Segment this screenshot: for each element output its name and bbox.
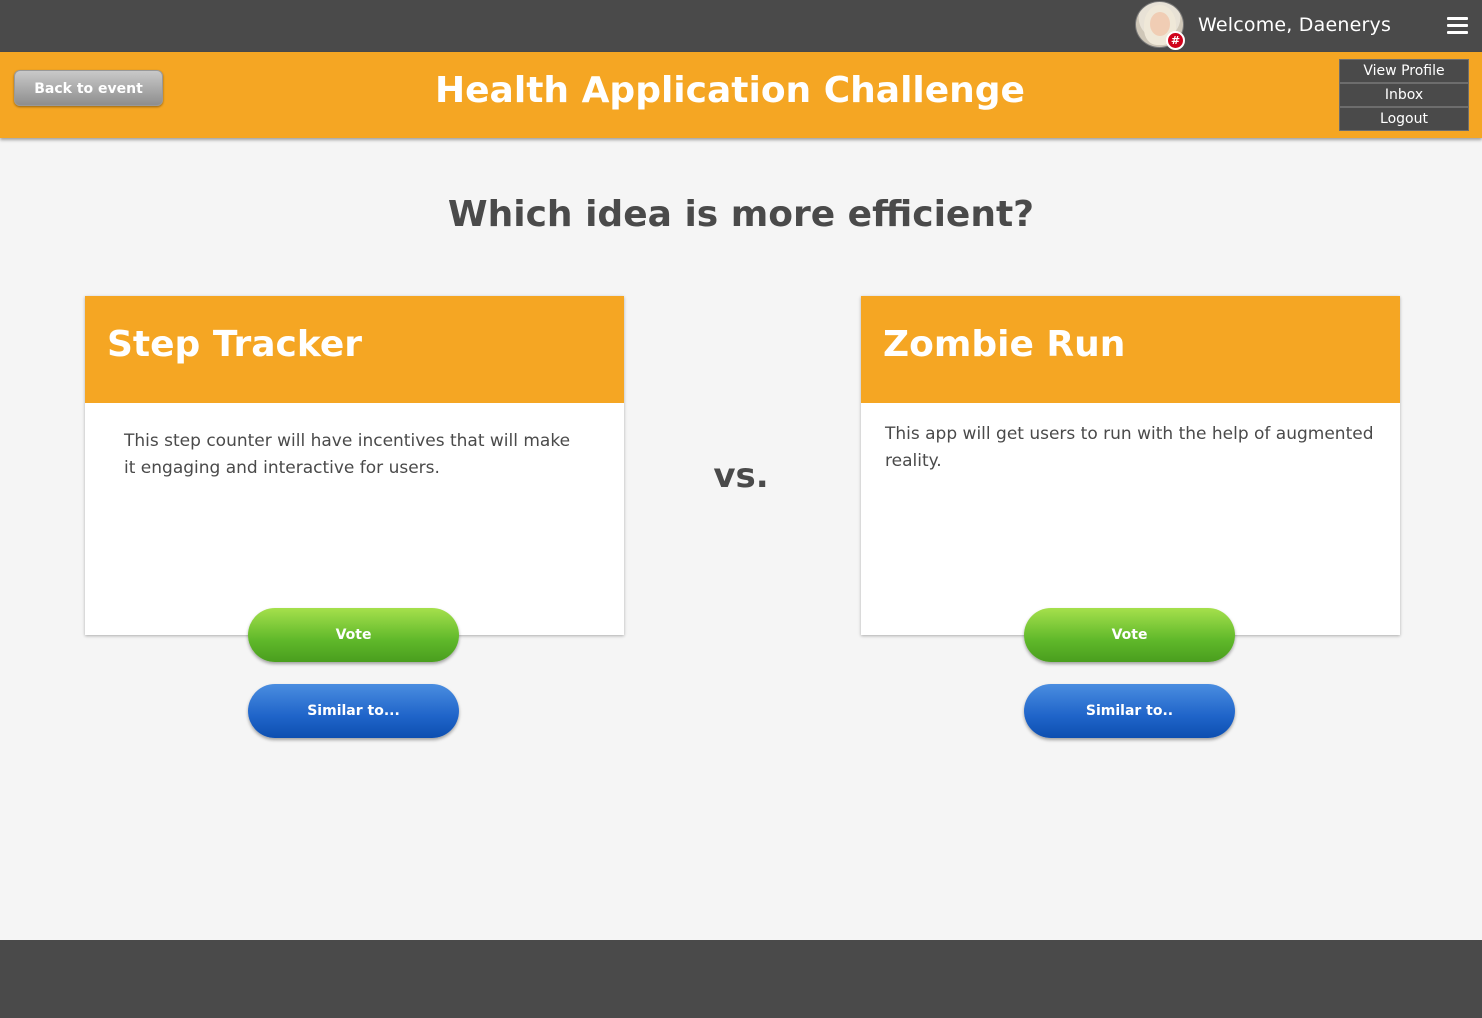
vote-button-right[interactable]: Vote xyxy=(1024,608,1235,662)
hamburger-icon[interactable] xyxy=(1447,17,1468,34)
user-menu-dropdown: View Profile Inbox Logout xyxy=(1339,59,1469,131)
welcome-text: Welcome, Daenerys xyxy=(1198,14,1392,36)
top-bar: # Welcome, Daenerys xyxy=(0,0,1482,52)
question-heading: Which idea is more efficient? xyxy=(447,194,1035,235)
avatar-face xyxy=(1150,12,1170,36)
page-header: Back to event Health Application Challen… xyxy=(0,52,1482,138)
inbox-menu-item[interactable]: Inbox xyxy=(1339,83,1469,107)
page-title: Health Application Challenge xyxy=(435,70,1025,111)
idea-description: This app will get users to run with the … xyxy=(885,424,1374,471)
page-footer xyxy=(0,940,1482,1018)
idea-title: Zombie Run xyxy=(883,324,1126,365)
similar-to-button-left[interactable]: Similar to... xyxy=(248,684,459,738)
idea-card-header: Step Tracker xyxy=(85,296,624,403)
notification-badge[interactable]: # xyxy=(1166,31,1185,50)
vote-button-left[interactable]: Vote xyxy=(248,608,459,662)
similar-to-button-right[interactable]: Similar to.. xyxy=(1024,684,1235,738)
idea-card-right: Zombie Run This app will get users to ru… xyxy=(861,296,1400,635)
versus-label: vs. xyxy=(713,456,769,496)
idea-title: Step Tracker xyxy=(107,324,362,365)
logout-menu-item[interactable]: Logout xyxy=(1339,107,1469,131)
idea-description: This step counter will have incentives t… xyxy=(124,431,571,478)
idea-card-left: Step Tracker This step counter will have… xyxy=(85,296,624,635)
view-profile-menu-item[interactable]: View Profile xyxy=(1339,59,1469,83)
idea-card-header: Zombie Run xyxy=(861,296,1400,403)
